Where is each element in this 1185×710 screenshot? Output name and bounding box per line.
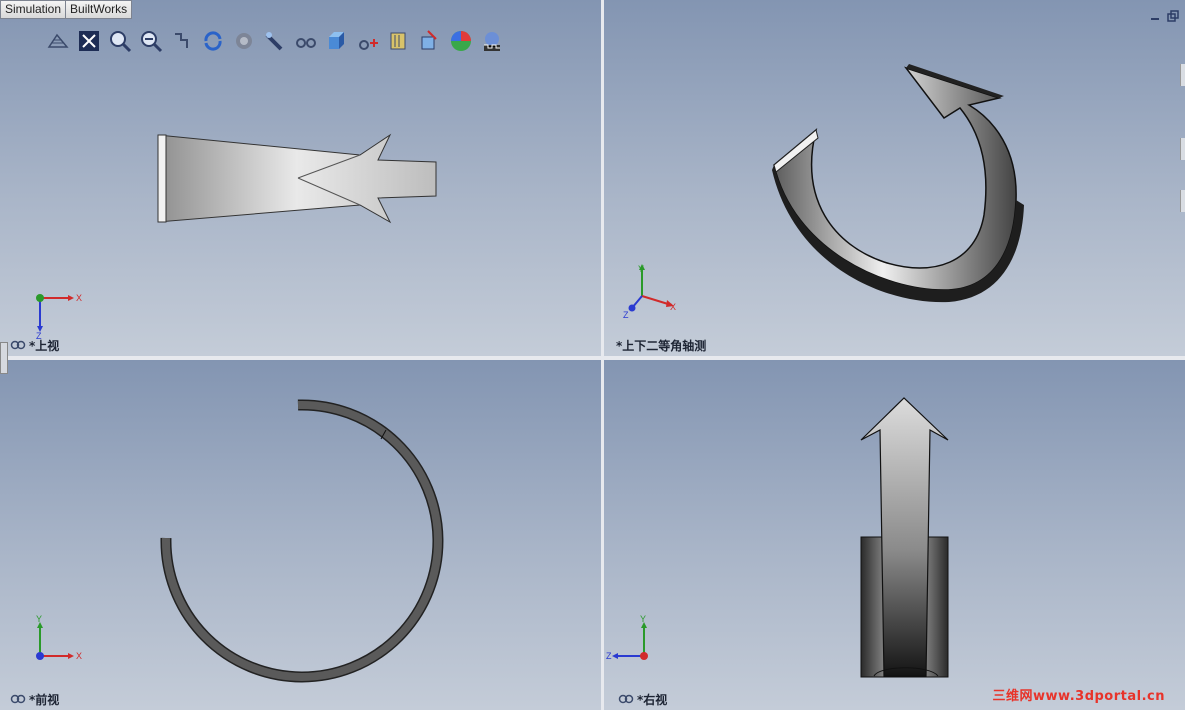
viewport-front-view[interactable]: Y X *前视 bbox=[0, 360, 601, 710]
axis-y-label: Y bbox=[638, 264, 644, 274]
rotate-view-icon[interactable] bbox=[168, 27, 196, 55]
axis-x-label: X bbox=[670, 302, 676, 312]
section-view-icon[interactable] bbox=[261, 27, 289, 55]
viewport-splitter-vertical[interactable] bbox=[601, 0, 604, 710]
link-views-icon[interactable] bbox=[618, 693, 634, 707]
zoom-to-area-icon[interactable] bbox=[106, 27, 134, 55]
view-orientation-glasses-icon[interactable] bbox=[292, 27, 320, 55]
view-name: *右视 bbox=[637, 693, 668, 707]
part-right-view bbox=[860, 397, 949, 678]
edit-appearance-icon[interactable] bbox=[385, 27, 413, 55]
watermark: 三维网www.3dportal.cn bbox=[992, 689, 1165, 704]
axis-y-label: Y bbox=[36, 614, 42, 624]
link-views-icon[interactable] bbox=[10, 339, 26, 353]
zoom-to-fit-icon[interactable] bbox=[75, 27, 103, 55]
rebuild-icon[interactable] bbox=[199, 27, 227, 55]
axis-x-label: X bbox=[76, 651, 82, 661]
axis-z-label: Z bbox=[606, 651, 612, 661]
panel-resize-handle[interactable] bbox=[1180, 64, 1185, 86]
minimize-icon[interactable] bbox=[1149, 7, 1161, 20]
previous-view-icon[interactable] bbox=[44, 27, 72, 55]
link-views-icon[interactable] bbox=[10, 693, 26, 707]
restore-icon[interactable] bbox=[1167, 7, 1179, 22]
axis-x-label: X bbox=[76, 293, 82, 303]
axis-y-label: Y bbox=[640, 614, 646, 624]
panel-resize-handle[interactable] bbox=[1180, 190, 1185, 212]
viewport-label-right-view: *右视 bbox=[618, 691, 667, 708]
viewport-right-view[interactable]: Y Z *右视 三维网www.3dportal.cn bbox=[604, 360, 1185, 710]
window-controls bbox=[1149, 7, 1179, 22]
view-name: *上视 bbox=[29, 339, 60, 353]
triad-front-view: Y X bbox=[36, 614, 82, 661]
view-settings-icon[interactable] bbox=[447, 27, 475, 55]
view-name: *前视 bbox=[29, 693, 60, 707]
view-name: *上下二等角轴测 bbox=[616, 339, 707, 353]
viewport-splitter-horizontal[interactable] bbox=[0, 356, 1185, 360]
tab-builtworks[interactable]: BuiltWorks bbox=[65, 0, 133, 19]
hide-show-items-icon[interactable] bbox=[354, 27, 382, 55]
graphics-quality-icon[interactable] bbox=[230, 27, 258, 55]
tab-simulation[interactable]: Simulation bbox=[0, 0, 67, 19]
viewport-label-top-view: *上视 bbox=[10, 337, 59, 354]
triad-right-view: Y Z bbox=[606, 614, 648, 661]
viewport-isometric-view[interactable]: Y X Z *上下二等角轴测 bbox=[604, 0, 1185, 356]
viewport-top-view[interactable]: Simulation BuiltWorks X Z *上视 bbox=[0, 0, 601, 356]
apply-scene-icon[interactable] bbox=[416, 27, 444, 55]
triad-isometric-view: Y X Z bbox=[623, 264, 676, 320]
render-tools-icon[interactable] bbox=[478, 27, 506, 55]
zoom-in-out-icon[interactable] bbox=[137, 27, 165, 55]
panel-resize-handle[interactable] bbox=[1180, 138, 1185, 160]
panel-collapse-handle[interactable] bbox=[0, 342, 8, 374]
viewport-label-isometric-view: *上下二等角轴测 bbox=[616, 337, 706, 354]
viewport-label-front-view: *前视 bbox=[10, 691, 59, 708]
heads-up-view-toolbar bbox=[44, 26, 506, 56]
triad-top-view: X Z bbox=[36, 293, 82, 340]
part-front-view bbox=[160, 399, 444, 683]
tab-strip: Simulation BuiltWorks bbox=[0, 0, 133, 19]
axis-z-label: Z bbox=[623, 310, 629, 320]
display-style-cube-icon[interactable] bbox=[323, 27, 351, 55]
